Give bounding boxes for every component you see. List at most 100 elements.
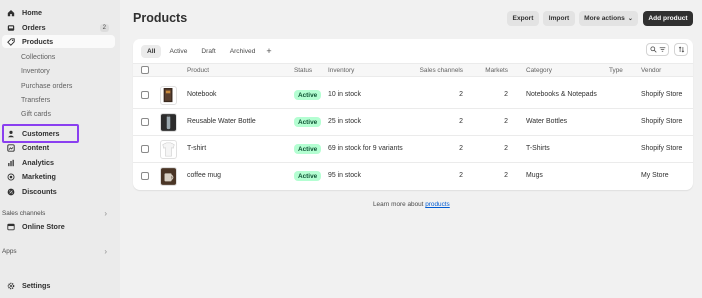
row-checkbox[interactable] [141, 145, 149, 153]
sidebar-subitem-collections[interactable]: Collections [21, 51, 55, 63]
table-row[interactable]: T-shirt Active 69 in stock for 9 variant… [133, 136, 693, 163]
sidebar-item-label: Settings [22, 281, 51, 290]
sidebar-item-content[interactable]: Content [2, 141, 115, 154]
sidebar-item-label: Orders [22, 23, 46, 32]
select-all-checkbox[interactable] [141, 66, 149, 74]
tab-all[interactable]: All [141, 44, 162, 58]
column-header-status[interactable]: Status [294, 67, 312, 74]
gear-icon [6, 281, 15, 290]
tag-icon [6, 37, 15, 46]
sales-channels-label: Sales channels [2, 209, 46, 217]
sales-channels-value: 2 [459, 172, 463, 179]
sort-icon [678, 46, 684, 53]
row-checkbox[interactable] [141, 91, 149, 99]
vendor-value: Shopify Store [641, 118, 683, 125]
sidebar-item-discounts[interactable]: Discounts [2, 185, 115, 198]
sidebar-subitem-gift-cards[interactable]: Gift cards [21, 108, 51, 120]
status-badge: Active [294, 171, 322, 181]
sidebar-item-label: Analytics [22, 158, 54, 167]
vendor-value: Shopify Store [641, 145, 683, 152]
products-help-link[interactable]: products [425, 201, 450, 208]
sidebar-item-online-store[interactable]: Online Store [2, 220, 115, 233]
status-badge: Active [294, 90, 322, 100]
orders-count-badge: 2 [99, 23, 109, 32]
sales-channels-value: 2 [459, 145, 463, 152]
sidebar-item-orders[interactable]: Orders 2 [2, 21, 115, 34]
table-row[interactable]: coffee mug Active 95 in stock 2 2 Mugs M… [133, 163, 693, 190]
sidebar-item-home[interactable]: Home [2, 6, 115, 19]
learn-more-text: Learn more about [373, 201, 424, 208]
category-value: T-Shirts [526, 145, 550, 152]
sidebar-item-label: Customers [22, 129, 60, 138]
product-thumbnail [160, 113, 177, 132]
sidebar-item-products[interactable]: Products [2, 35, 115, 48]
export-button[interactable]: Export [507, 11, 539, 26]
more-actions-button[interactable]: More actions ⌄ [579, 11, 638, 26]
sidebar-item-marketing[interactable]: Marketing [2, 170, 115, 183]
tab-draft[interactable]: Draft [195, 45, 221, 58]
search-filter-button[interactable] [646, 43, 669, 56]
tab-active[interactable]: Active [163, 45, 193, 58]
column-header-type[interactable]: Type [609, 67, 623, 74]
content-icon [6, 143, 15, 152]
sidebar-item-settings[interactable]: Settings [2, 279, 115, 292]
page-title: Products [133, 11, 188, 25]
sidebar-item-label: Marketing [22, 172, 56, 181]
sidebar-item-customers[interactable]: Customers [2, 127, 115, 140]
home-icon [6, 8, 15, 17]
inventory-value: 69 in stock for 9 variants [328, 145, 403, 152]
filter-icon [659, 47, 665, 52]
more-actions-label: More actions [584, 15, 625, 22]
product-name[interactable]: Reusable Water Bottle [187, 118, 256, 125]
markets-value: 2 [504, 145, 508, 152]
category-value: Notebooks & Notepads [526, 91, 597, 98]
store-icon [6, 222, 15, 231]
apps-section[interactable]: Apps › [2, 246, 115, 256]
vendor-value: My Store [641, 172, 669, 179]
category-value: Water Bottles [526, 118, 568, 125]
sidebar-item-label: Home [22, 8, 42, 17]
sidebar-subitem-purchase-orders[interactable]: Purchase orders [21, 80, 72, 92]
status-badge: Active [294, 117, 322, 127]
product-name[interactable]: coffee mug [187, 172, 221, 179]
sales-channels-section[interactable]: Sales channels › [2, 208, 115, 218]
row-checkbox[interactable] [141, 118, 149, 126]
sort-button[interactable] [674, 43, 688, 56]
sidebar-item-label: Discounts [22, 187, 57, 196]
column-header-sales-channels[interactable]: Sales channels [413, 67, 463, 74]
inventory-value: 25 in stock [328, 118, 361, 125]
sales-channels-value: 2 [459, 118, 463, 125]
row-checkbox[interactable] [141, 172, 149, 180]
inventory-value: 10 in stock [328, 91, 361, 98]
category-value: Mugs [526, 172, 543, 179]
sidebar-subitem-inventory[interactable]: Inventory [21, 65, 50, 77]
column-header-vendor[interactable]: Vendor [641, 67, 661, 74]
sidebar-item-analytics[interactable]: Analytics [2, 156, 115, 169]
sales-channels-value: 2 [459, 91, 463, 98]
add-product-button[interactable]: Add product [643, 11, 693, 26]
product-thumbnail [160, 140, 177, 159]
column-header-category[interactable]: Category [526, 67, 552, 74]
markets-value: 2 [504, 172, 508, 179]
tab-archived[interactable]: Archived [224, 45, 262, 58]
search-icon [649, 46, 657, 53]
table-row[interactable]: Notebook Active 10 in stock 2 2 Notebook… [133, 82, 693, 109]
table-row[interactable]: Reusable Water Bottle Active 25 in stock… [133, 109, 693, 136]
product-thumbnail [160, 86, 177, 105]
column-header-product[interactable]: Product [187, 67, 209, 74]
markets-value: 2 [504, 91, 508, 98]
add-view-icon[interactable]: + [266, 46, 271, 56]
column-header-markets[interactable]: Markets [478, 67, 508, 74]
filter-tabs: All Active Draft Archived + [141, 44, 272, 58]
apps-label: Apps [2, 247, 17, 255]
sidebar: Home Orders 2 Products Collections Inven… [0, 0, 120, 298]
product-name[interactable]: T-shirt [187, 145, 206, 152]
status-badge: Active [294, 144, 322, 154]
products-card: All Active Draft Archived + Product Stat… [133, 39, 693, 190]
learn-more: Learn more about products [373, 201, 450, 208]
person-icon [6, 129, 15, 138]
sidebar-subitem-transfers[interactable]: Transfers [21, 94, 50, 106]
import-button[interactable]: Import [543, 11, 575, 26]
product-name[interactable]: Notebook [187, 91, 217, 98]
column-header-inventory[interactable]: Inventory [328, 67, 354, 74]
